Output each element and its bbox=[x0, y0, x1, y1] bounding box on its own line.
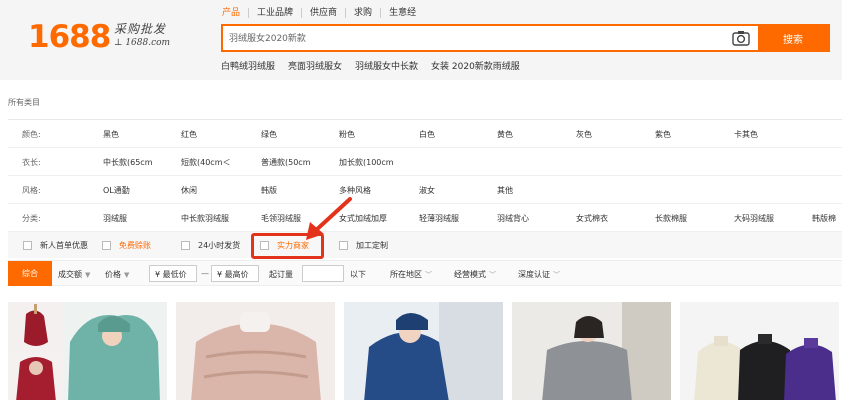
filter-row-length: 衣长: 中长款(65cm 短款(40cm＜ 普通款(50cm 加长款(100cm bbox=[8, 148, 842, 176]
logo-subtitle: 采购批发 ⊥ 1688.com bbox=[114, 22, 204, 49]
filter-row-color: 颜色: 黑色 红色 绿色 粉色 白色 黄色 灰色 紫色 卡其色 bbox=[8, 120, 842, 148]
business-mode-dropdown[interactable]: 经营模式 ﹀ bbox=[454, 269, 496, 280]
filter-option[interactable]: 轻薄羽绒服 bbox=[419, 213, 459, 224]
filter-option[interactable]: 休闲 bbox=[181, 185, 197, 196]
nav-buying[interactable]: 求购 bbox=[345, 8, 380, 18]
filter-row-category: 分类: 羽绒服 中长款羽绒服 毛领羽绒服 女式加绒加厚 轻薄羽绒服 羽绒背心 女… bbox=[8, 204, 842, 232]
search-button[interactable]: 搜索 bbox=[758, 26, 828, 50]
product-card[interactable] bbox=[680, 302, 839, 400]
filter-option[interactable]: 其他 bbox=[497, 185, 513, 196]
all-categories[interactable]: 所有类目 bbox=[8, 97, 40, 108]
sort-price[interactable]: 价格 ▼ bbox=[105, 269, 129, 280]
filter-label: 衣长: bbox=[22, 158, 41, 167]
logo-number: 1688 bbox=[28, 19, 111, 55]
search-box: 搜索 bbox=[221, 24, 830, 52]
filter-option[interactable]: 淑女 bbox=[419, 185, 435, 196]
product-card[interactable] bbox=[344, 302, 503, 400]
filter-panel: 颜色: 黑色 红色 绿色 粉色 白色 黄色 灰色 紫色 卡其色 衣长: 中长款(… bbox=[8, 119, 842, 232]
hotword[interactable]: 亮面羽绒服女 bbox=[288, 59, 342, 72]
header: 1688 采购批发 ⊥ 1688.com 产品 工业品牌 供应商 求购 生意经 … bbox=[0, 0, 842, 80]
product-card[interactable] bbox=[512, 302, 671, 400]
hot-searches: 白鸭绒羽绒服 亮面羽绒服女 羽绒服女中长款 女装 2020新款雨绒服 bbox=[221, 59, 533, 72]
min-qty-label: 起订量 bbox=[269, 270, 293, 279]
filter-option[interactable]: 红色 bbox=[181, 129, 197, 140]
filter-option[interactable]: 灰色 bbox=[576, 129, 592, 140]
filter-label: 风格: bbox=[22, 186, 41, 195]
checkbox-free-credit[interactable]: 免费赊账 bbox=[102, 240, 151, 251]
filter-option[interactable]: 紫色 bbox=[655, 129, 671, 140]
filter-option[interactable]: 黑色 bbox=[103, 129, 119, 140]
filter-option[interactable]: 短款(40cm＜ bbox=[181, 157, 231, 168]
nav-supplier[interactable]: 供应商 bbox=[301, 8, 345, 18]
chevron-down-icon: ﹀ bbox=[489, 271, 496, 279]
product-image[interactable] bbox=[680, 302, 839, 400]
product-card[interactable] bbox=[176, 302, 335, 400]
region-dropdown[interactable]: 所在地区 ﹀ bbox=[390, 269, 432, 280]
filter-option[interactable]: 卡其色 bbox=[734, 129, 758, 140]
nav-product[interactable]: 产品 bbox=[222, 8, 248, 18]
filter-option[interactable]: 白色 bbox=[419, 129, 435, 140]
checkbox-24h-ship[interactable]: 24小时发货 bbox=[181, 240, 240, 251]
hotword[interactable]: 羽绒服女中长款 bbox=[355, 59, 418, 72]
checkbox-icon[interactable] bbox=[181, 241, 190, 250]
checkbox-icon[interactable] bbox=[23, 241, 32, 250]
product-image[interactable] bbox=[8, 302, 167, 400]
certification-dropdown[interactable]: 深度认证 ﹀ bbox=[518, 269, 560, 280]
nav-business[interactable]: 生意经 bbox=[380, 8, 424, 18]
sort-sales[interactable]: 成交额 ▼ bbox=[58, 269, 90, 280]
filter-label: 颜色: bbox=[22, 130, 41, 139]
filter-option[interactable]: OL通勤 bbox=[103, 185, 130, 196]
filter-option[interactable]: 中长款羽绒服 bbox=[181, 213, 229, 224]
filter-option[interactable]: 女式棉衣 bbox=[576, 213, 608, 224]
checkbox-icon[interactable] bbox=[102, 241, 111, 250]
product-image[interactable] bbox=[512, 302, 671, 400]
chevron-down-icon: ﹀ bbox=[553, 271, 560, 279]
filter-label: 分类: bbox=[22, 214, 41, 223]
filter-option[interactable]: 普通款(50cm bbox=[261, 157, 311, 168]
product-card[interactable] bbox=[8, 302, 167, 400]
nav-industrial-brand[interactable]: 工业品牌 bbox=[248, 8, 301, 18]
filter-option[interactable]: 大码羽绒服 bbox=[734, 213, 774, 224]
min-qty-input[interactable] bbox=[302, 265, 344, 282]
below-label: 以下 bbox=[350, 270, 366, 279]
filter-option[interactable]: 羽绒服 bbox=[103, 213, 127, 224]
min-price-input[interactable]: ¥ 最低价 bbox=[149, 265, 197, 282]
logo-chinese: 采购批发 bbox=[114, 22, 167, 36]
filter-option[interactable]: 羽绒背心 bbox=[497, 213, 529, 224]
camera-icon[interactable] bbox=[732, 30, 750, 46]
price-dash: — bbox=[201, 269, 209, 278]
hotword[interactable]: 女装 2020新款雨绒服 bbox=[431, 59, 520, 72]
filter-option[interactable]: 韩版 bbox=[261, 185, 277, 196]
search-type-nav: 产品 工业品牌 供应商 求购 生意经 bbox=[222, 8, 424, 18]
filter-option[interactable]: 韩版棉 bbox=[812, 213, 836, 224]
search-input[interactable] bbox=[229, 32, 719, 42]
annotation-arrow-icon bbox=[306, 197, 352, 240]
max-price-input[interactable]: ¥ 最高价 bbox=[211, 265, 259, 282]
filter-option[interactable]: 绿色 bbox=[261, 129, 277, 140]
filter-option[interactable]: 黄色 bbox=[497, 129, 513, 140]
filter-option[interactable]: 中长款(65cm bbox=[103, 157, 153, 168]
filter-row-style: 风格: OL通勤 休闲 韩版 多种风格 淑女 其他 bbox=[8, 176, 842, 204]
filter-option[interactable]: 加长款(100cm bbox=[339, 157, 394, 168]
sort-bar: 综合 成交额 ▼ 价格 ▼ ¥ 最低价 — ¥ 最高价 起订量 以下 所在地区 ﹀ 经… bbox=[8, 260, 842, 286]
product-image[interactable] bbox=[176, 302, 335, 400]
product-image[interactable] bbox=[344, 302, 503, 400]
chevron-down-icon: ﹀ bbox=[425, 271, 432, 279]
caret-down-icon: ▼ bbox=[124, 271, 130, 279]
checkbox-new-user[interactable]: 新人首单优惠 bbox=[23, 240, 88, 251]
filter-option[interactable]: 长款棉服 bbox=[655, 213, 687, 224]
caret-down-icon: ▼ bbox=[85, 271, 91, 279]
sort-default[interactable]: 综合 bbox=[8, 261, 52, 286]
logo[interactable]: 1688 采购批发 ⊥ 1688.com bbox=[28, 19, 170, 55]
filter-option[interactable]: 毛领羽绒服 bbox=[261, 213, 301, 224]
filter-option[interactable]: 粉色 bbox=[339, 129, 355, 140]
service-filter-row: 新人首单优惠 免费赊账 24小时发货 实力商家 加工定制 bbox=[8, 232, 842, 258]
hotword[interactable]: 白鸭绒羽绒服 bbox=[221, 59, 275, 72]
logo-url: ⊥ 1688.com bbox=[114, 38, 171, 48]
